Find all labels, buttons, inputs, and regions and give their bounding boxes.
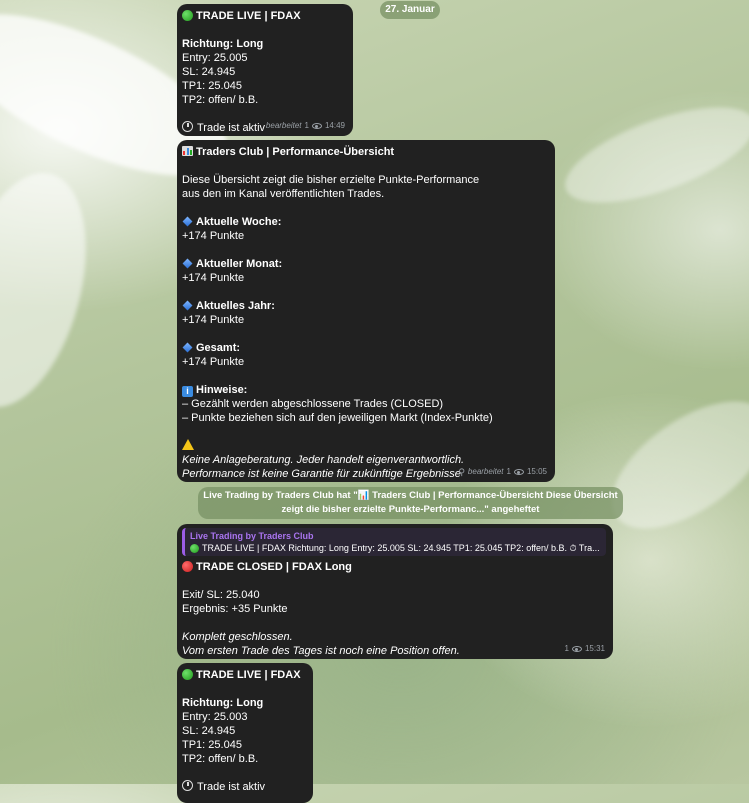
background-petal <box>590 376 749 554</box>
notes-label: i Hinweise: <box>182 383 548 397</box>
warning-row <box>182 439 548 453</box>
message-time: 15:31 <box>584 644 605 653</box>
info-icon: i <box>182 386 193 397</box>
message-title: TRADE LIVE | FDAX <box>182 9 346 23</box>
entry-text: Entry: 25.005 <box>182 52 248 64</box>
blue-diamond-icon <box>182 300 193 311</box>
background-petal <box>0 158 110 422</box>
entry-text: Entry: 25.003 <box>182 711 248 723</box>
note-text: – Gezählt werden abgeschlossene Trades (… <box>182 398 444 410</box>
edited-label: bearbeitet <box>265 121 302 130</box>
note-text: – Punkte beziehen sich auf den jeweilige… <box>182 412 493 424</box>
reply-author: Live Trading by Traders Club <box>190 531 314 541</box>
exit-text: Exit/ SL: 25.040 <box>182 589 260 601</box>
message-trade-live-1[interactable]: TRADE LIVE | FDAX Richtung: Long Entry: … <box>177 4 353 136</box>
intro-text: aus den im Kanal veröffentlichten Trades… <box>182 188 385 200</box>
month-label: Aktueller Monat: <box>182 257 548 271</box>
message-trade-live-2[interactable]: TRADE LIVE | FDAX Richtung: Long Entry: … <box>177 663 313 803</box>
closing-note: Komplett geschlossen. <box>182 631 293 643</box>
reply-preview[interactable]: Live Trading by Traders Club TRADE LIVE … <box>182 528 606 556</box>
message-meta: ⚲ bearbeitet 1 15:05 <box>458 465 547 479</box>
year-label: Aktuelles Jahr: <box>182 299 548 313</box>
eye-icon <box>513 469 524 475</box>
total-label: Gesamt: <box>182 341 548 355</box>
edited-label: bearbeitet <box>467 467 504 476</box>
reply-text: TRADE LIVE | FDAX Richtung: Long Entry: … <box>190 542 601 554</box>
message-title: TRADE CLOSED | FDAX Long <box>182 560 606 574</box>
total-value: +174 Punkte <box>182 356 245 368</box>
tp2-text: TP2: offen/ b.B. <box>182 753 259 765</box>
red-circle-icon <box>182 561 193 572</box>
green-circle-icon <box>182 669 193 680</box>
sl-text: SL: 24.945 <box>182 725 236 737</box>
green-circle-icon <box>190 544 199 553</box>
stopwatch-icon <box>182 780 193 791</box>
eye-icon <box>311 123 322 129</box>
warning-icon <box>182 439 194 450</box>
direction-text: Richtung: Long <box>182 38 264 50</box>
message-trade-closed[interactable]: Live Trading by Traders Club TRADE LIVE … <box>177 524 613 659</box>
year-value: +174 Punkte <box>182 314 245 326</box>
date-pill: 27. Januar <box>380 1 440 19</box>
blue-diamond-icon <box>182 216 193 227</box>
tp2-text: TP2: offen/ b.B. <box>182 94 259 106</box>
blue-diamond-icon <box>182 258 193 269</box>
tp1-text: TP1: 25.045 <box>182 739 242 751</box>
closing-note: Vom ersten Trade des Tages ist noch eine… <box>182 645 460 657</box>
view-count: 1 <box>506 467 511 476</box>
view-count: 1 <box>304 121 309 130</box>
background-petal <box>554 87 749 223</box>
stopwatch-icon <box>182 121 193 132</box>
message-title: Traders Club | Performance-Übersicht <box>182 145 548 159</box>
intro-text: Diese Übersicht zeigt die bisher erzielt… <box>182 174 480 186</box>
message-time: 15:05 <box>526 467 547 476</box>
blue-diamond-icon <box>182 342 193 353</box>
message-title: TRADE LIVE | FDAX <box>182 668 306 682</box>
month-value: +174 Punkte <box>182 272 245 284</box>
pinned-message-notice[interactable]: Live Trading by Traders Club hat "📊 Trad… <box>198 487 623 519</box>
message-meta: 1 15:31 <box>565 642 605 656</box>
status-text: Trade ist aktiv <box>182 780 306 794</box>
sl-text: SL: 24.945 <box>182 66 236 78</box>
direction-text: Richtung: Long <box>182 697 264 709</box>
eye-icon <box>571 646 582 652</box>
message-time: 14:49 <box>324 121 345 130</box>
message-meta: bearbeitet 1 14:49 <box>266 119 345 133</box>
bar-chart-icon <box>182 146 193 156</box>
view-count: 1 <box>564 644 569 653</box>
week-label: Aktuelle Woche: <box>182 215 548 229</box>
week-value: +174 Punkte <box>182 230 245 242</box>
green-circle-icon <box>182 10 193 21</box>
pin-icon: ⚲ <box>458 467 465 477</box>
message-performance-overview[interactable]: Traders Club | Performance-Übersicht Die… <box>177 140 555 482</box>
result-text: Ergebnis: +35 Punkte <box>182 603 288 615</box>
tp1-text: TP1: 25.045 <box>182 80 242 92</box>
